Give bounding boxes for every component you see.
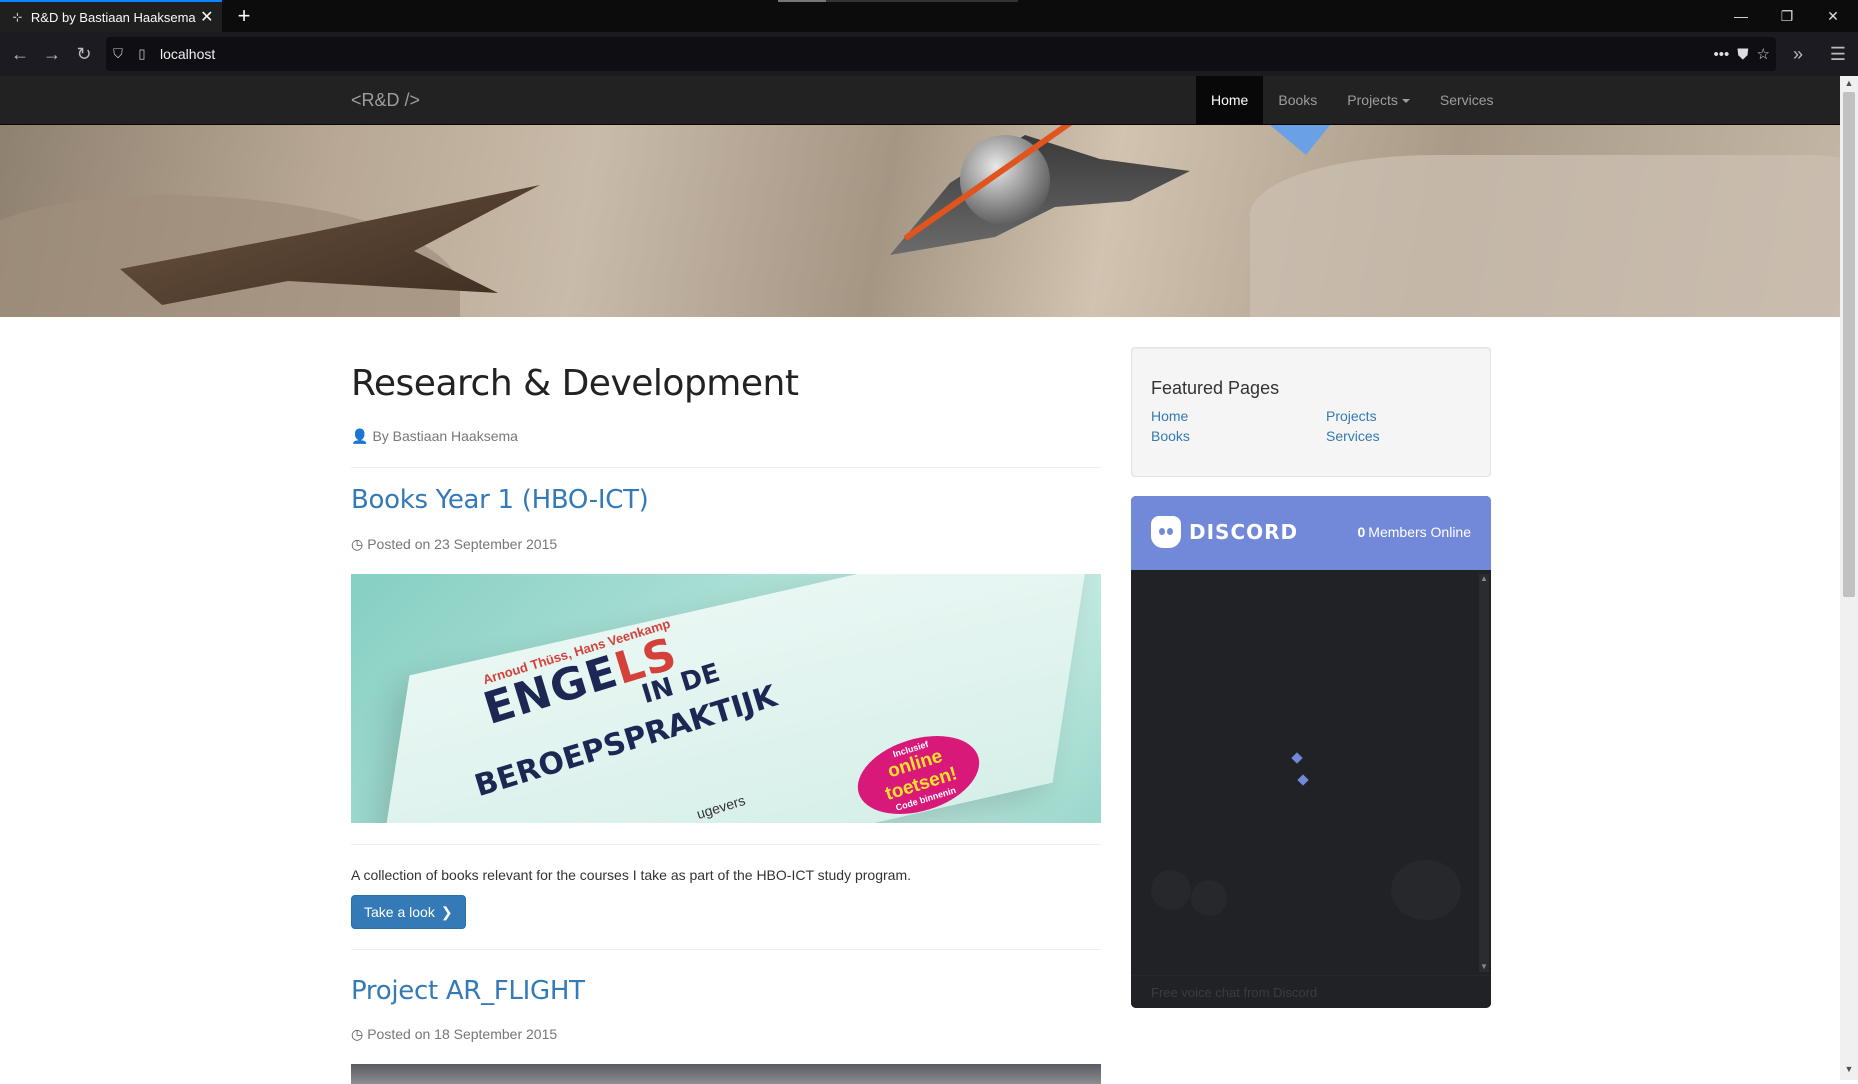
post-title-ar-flight[interactable]: Project AR_FLIGHT [351,976,585,1006]
scroll-down-icon[interactable]: ▼ [1840,1064,1858,1078]
scroll-up-icon[interactable]: ▲ [1840,78,1858,92]
post-date-ar-flight: ◷ Posted on 18 September 2015 [351,1026,558,1042]
nav-projects-label: Projects [1347,92,1398,108]
author-text: By Bastiaan Haaksema [372,428,518,444]
author-line: 👤 By Bastiaan Haaksema [351,428,518,445]
clock-icon: ◷ [351,1026,364,1042]
bookmark-star-icon[interactable]: ☆ [1757,45,1770,63]
scroll-up-icon[interactable]: ▲ [1479,574,1489,584]
post-date-books: ◷ Posted on 23 September 2015 [351,536,558,552]
url-bar[interactable]: ⛉ ▯ localhost ••• ⛊ ☆ [106,37,1776,71]
divider [351,844,1101,845]
nav-services[interactable]: Services [1425,76,1509,125]
url-text[interactable]: localhost [160,46,215,62]
post-description-books: A collection of books relevant for the c… [351,867,912,883]
browser-tab[interactable]: ⊹ R&D by Bastiaan Haaksema ✕ [0,0,222,32]
reload-icon[interactable]: ↻ [68,38,100,70]
close-tab-icon[interactable]: ✕ [196,7,218,27]
featured-link-home[interactable]: Home [1151,408,1188,424]
shield-icon[interactable]: ⛉ [106,46,130,62]
site-menu: Home Books Projects Services [1196,76,1509,125]
featured-link-projects[interactable]: Projects [1326,408,1377,424]
page-icon: ▯ [138,46,146,61]
discord-members-online: 0 Members Online [1357,524,1472,540]
clock-icon: ◷ [351,536,364,552]
scroll-down-icon[interactable]: ▼ [1479,962,1489,972]
tab-title: R&D by Bastiaan Haaksema [30,9,196,25]
nav-books[interactable]: Books [1263,76,1332,125]
site-brand[interactable]: <R&D /> [351,76,420,125]
close-window-button[interactable]: ✕ [1810,0,1856,32]
divider [351,949,1101,950]
featured-pages-panel: Featured Pages Home Books Projects Servi… [1131,347,1491,477]
minimize-button[interactable]: — [1718,0,1764,32]
divider [351,467,1101,468]
discord-footer-text[interactable]: Free voice chat from Discord [1151,985,1317,1000]
hamburger-menu-icon[interactable]: ☰ [1822,38,1854,70]
discord-scrollbar[interactable]: ▲ ▼ [1479,574,1489,972]
scrollbar-thumb[interactable] [1843,92,1855,597]
overflow-menu-icon[interactable]: » [1782,38,1814,70]
featured-link-books[interactable]: Books [1151,428,1190,444]
site-navbar: <R&D /> Home Books Projects Services [0,76,1840,125]
discord-member-list[interactable]: ▲ ▼ [1131,570,1491,975]
featured-link-services[interactable]: Services [1326,428,1380,444]
hero-banner-image [0,125,1840,317]
back-icon[interactable]: ← [4,38,36,70]
tab-drag-indicator [778,0,1018,2]
discord-icon [1151,516,1181,548]
post-image-books: Arnoud Thüss, Hans Veenkamp ENGELS IN DE… [351,574,1101,823]
favicon-icon: ⊹ [12,10,23,24]
nav-home[interactable]: Home [1196,76,1264,125]
forward-icon[interactable]: → [36,38,68,70]
discord-widget: DISCORD 0 Members Online ▲ ▼ Free voice c… [1131,496,1491,1008]
post-image-ar-flight [351,1064,1101,1084]
browser-tab-bar: ⊹ R&D by Bastiaan Haaksema ✕ + — ❐ ✕ [0,0,1858,32]
take-a-look-button[interactable]: Take a look ❯ [351,895,466,929]
page-actions-icon[interactable]: ••• [1714,46,1730,63]
maximize-button[interactable]: ❐ [1764,0,1810,32]
user-icon: 👤 [351,428,369,444]
page-scrollbar[interactable]: ▲ ▼ [1840,76,1858,1080]
featured-pages-heading: Featured Pages [1151,378,1280,398]
caret-down-icon [1401,99,1410,104]
discord-footer: Free voice chat from Discord [1131,975,1491,1008]
loading-spinner-icon [1291,752,1313,786]
chevron-right-icon: ❯ [440,903,453,920]
page-title: Research & Development [351,363,799,404]
nav-projects[interactable]: Projects [1332,76,1425,125]
discord-header: DISCORD 0 Members Online [1131,496,1491,570]
discord-logo[interactable]: DISCORD [1151,516,1298,548]
post-title-books[interactable]: Books Year 1 (HBO-ICT) [351,485,649,515]
new-tab-button[interactable]: + [230,2,258,30]
pocket-icon[interactable]: ⛊ [1737,46,1748,63]
